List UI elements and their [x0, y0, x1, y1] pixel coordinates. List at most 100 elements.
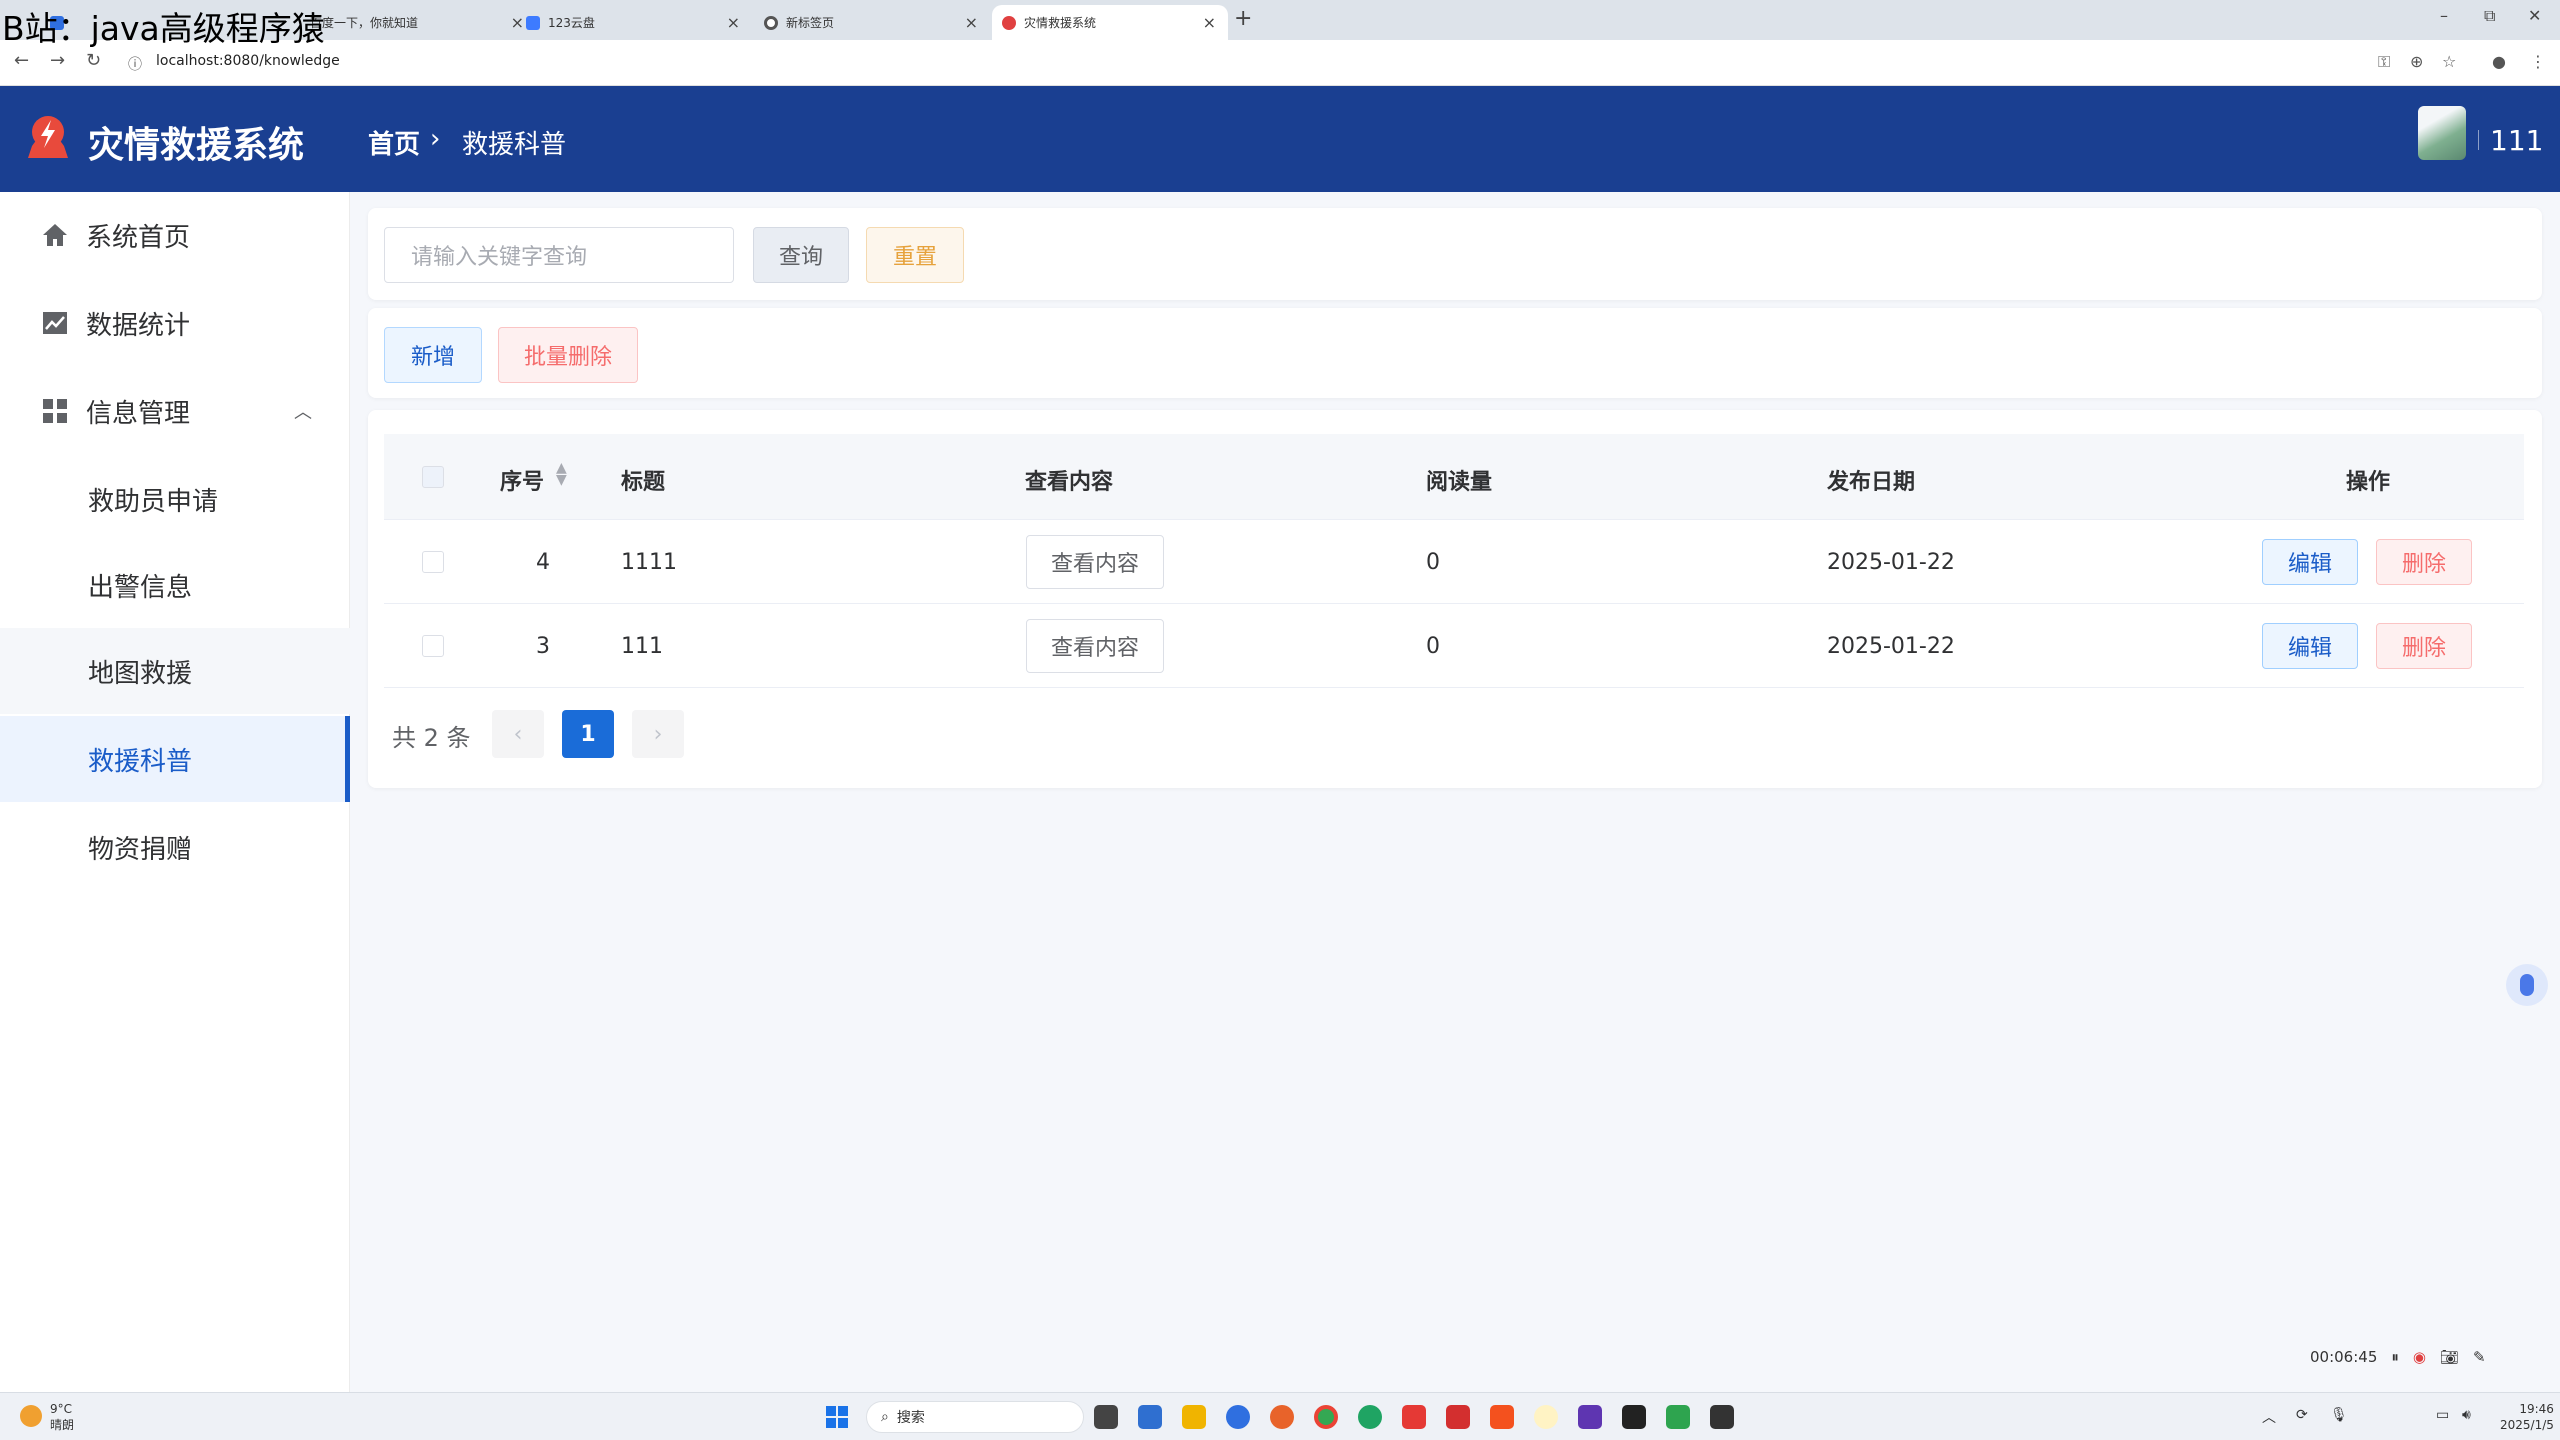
chevron-up-icon: ︿ — [294, 402, 312, 423]
search-input[interactable]: 请输入关键字查询 — [384, 227, 734, 283]
avatar[interactable] — [2418, 106, 2466, 160]
weather-desc: 晴朗 — [50, 1418, 75, 1432]
row-checkbox[interactable] — [422, 551, 444, 573]
taskbar-search-label: 搜索 — [896, 1410, 925, 1426]
pause-icon[interactable]: ⏸ — [2391, 1348, 2399, 1366]
close-icon[interactable]: × — [965, 13, 978, 32]
weather-widget[interactable]: 9°C 晴朗 — [50, 1401, 74, 1433]
delete-button[interactable]: 删除 — [2376, 623, 2472, 669]
chevron-up-icon[interactable]: ︿ — [2262, 1407, 2276, 1427]
user-name[interactable]: 111 — [2490, 124, 2543, 157]
row-date: 2025-01-22 — [1827, 550, 1955, 575]
chevron-left-icon: ‹ — [513, 721, 523, 747]
next-page-button[interactable]: › — [632, 710, 684, 758]
breadcrumb-home[interactable]: 首页 — [368, 124, 420, 161]
store-icon[interactable] — [1138, 1405, 1162, 1429]
sidebar-item-map-rescue[interactable]: 地图救援 — [0, 628, 350, 714]
app-logo-icon — [28, 116, 68, 158]
close-icon[interactable]: × — [1203, 13, 1216, 32]
display-icon[interactable]: ▭ — [2436, 1407, 2449, 1423]
minimize-icon[interactable]: – — [2440, 6, 2448, 25]
pen-icon[interactable]: ✎ — [2473, 1348, 2486, 1366]
app-header: 灾情救援系统 首页 › 救援科普 111 — [0, 86, 2560, 192]
sidebar-item-dispatch-info[interactable]: 出警信息 — [0, 542, 350, 628]
intellij-icon[interactable] — [1622, 1405, 1646, 1429]
row-reads: 0 — [1426, 634, 1440, 659]
view-content-button[interactable]: 查看内容 — [1026, 535, 1164, 589]
chrome-icon[interactable] — [1314, 1405, 1338, 1429]
sidebar-item-rescuer-apply[interactable]: 救助员申请 — [0, 456, 350, 542]
edge-icon[interactable] — [1358, 1405, 1382, 1429]
close-icon[interactable]: × — [727, 13, 740, 32]
back-icon[interactable]: ← — [14, 50, 29, 71]
volume-icon[interactable]: 🔊︎ — [2462, 1407, 2471, 1423]
password-key-icon[interactable]: ⚿ — [2378, 52, 2390, 72]
column-header-date: 发布日期 — [1827, 470, 1916, 495]
app-icon[interactable] — [1226, 1405, 1250, 1429]
sidebar-item-stats[interactable]: 数据统计 — [0, 280, 350, 366]
office-icon[interactable] — [1490, 1405, 1514, 1429]
hbuilder-icon[interactable] — [1666, 1405, 1690, 1429]
translate-icon[interactable] — [1578, 1405, 1602, 1429]
view-content-button[interactable]: 查看内容 — [1026, 619, 1164, 673]
sidebar-item-donation[interactable]: 物资捐赠 — [0, 804, 350, 890]
reload-icon[interactable]: ↻ — [86, 50, 101, 71]
add-button[interactable]: 新增 — [384, 327, 482, 383]
sidebar-item-home[interactable]: 系统首页 — [0, 192, 350, 278]
task-view-icon[interactable] — [1094, 1405, 1118, 1429]
sort-icon[interactable]: ▲ ▼ — [556, 461, 567, 487]
header-divider — [2478, 130, 2479, 150]
toolbar-panel — [368, 308, 2542, 398]
sidebar-item-rescue-knowledge[interactable]: 救援科普 — [0, 716, 350, 802]
site-info-icon[interactable]: ⓘ — [128, 54, 142, 74]
row-date: 2025-01-22 — [1827, 634, 1955, 659]
stop-record-icon[interactable]: ◉ — [2413, 1348, 2426, 1366]
prev-page-button[interactable]: ‹ — [492, 710, 544, 758]
edit-button[interactable]: 编辑 — [2262, 539, 2358, 585]
search-icon: ⌕ — [881, 1409, 889, 1425]
delete-button[interactable]: 删除 — [2376, 539, 2472, 585]
floating-assistant-button[interactable] — [2506, 964, 2548, 1006]
new-tab-button[interactable]: + — [1234, 6, 1252, 31]
taskbar-search[interactable]: ⌕ 搜索 — [866, 1401, 1084, 1433]
browser-tab-app[interactable]: 灾情救援系统 × — [992, 5, 1228, 40]
restore-icon[interactable]: ⧉ — [2484, 6, 2495, 26]
query-button[interactable]: 查询 — [753, 227, 849, 283]
camera-icon[interactable]: 📷︎ — [2440, 1348, 2459, 1366]
system-clock[interactable]: 19:46 2025/1/5 — [2500, 1401, 2554, 1433]
media-icon[interactable] — [1446, 1405, 1470, 1429]
sidebar-item-info-management[interactable]: 信息管理 ︿ — [0, 368, 350, 454]
bookmark-star-icon[interactable]: ☆ — [2442, 52, 2456, 71]
forward-icon[interactable]: → — [50, 50, 65, 71]
select-all-checkbox[interactable] — [422, 466, 444, 488]
zoom-icon[interactable]: ⊕ — [2410, 52, 2423, 71]
browser-tab-newtab[interactable]: 新标签页 × — [754, 5, 990, 40]
profile-icon[interactable]: ● — [2492, 52, 2506, 71]
close-window-icon[interactable]: ✕ — [2528, 6, 2541, 25]
browser-tab-123pan[interactable]: 123云盘 × — [516, 5, 752, 40]
microphone-icon[interactable]: 🎙︎ — [2330, 1407, 2348, 1423]
sidebar-item-label: 信息管理 — [86, 398, 191, 429]
menu-kebab-icon[interactable]: ⋮ — [2530, 52, 2546, 71]
clock-time: 19:46 — [2519, 1402, 2554, 1416]
firefox-icon[interactable] — [1270, 1405, 1294, 1429]
page-number-button[interactable]: 1 — [562, 710, 614, 758]
mouse-icon — [2520, 974, 2534, 996]
breadcrumb-current: 救援科普 — [462, 130, 567, 160]
edit-button[interactable]: 编辑 — [2262, 623, 2358, 669]
file-explorer-icon[interactable] — [1182, 1405, 1206, 1429]
terminal-icon[interactable] — [1710, 1405, 1734, 1429]
row-checkbox[interactable] — [422, 635, 444, 657]
row-reads: 0 — [1426, 550, 1440, 575]
weather-icon[interactable] — [20, 1405, 42, 1427]
browser-tab-baidu[interactable]: 百度一下，你就知道 × — [300, 5, 536, 40]
windows-start-icon[interactable] — [826, 1406, 848, 1428]
wps-icon[interactable] — [1402, 1405, 1426, 1429]
url-field[interactable]: localhost:8080/knowledge — [156, 53, 340, 69]
network-icon[interactable]: ⟳ — [2296, 1407, 2308, 1423]
home-icon — [40, 220, 70, 250]
column-header-index[interactable]: 序号 — [500, 464, 544, 496]
chat-icon[interactable] — [1534, 1405, 1558, 1429]
reset-button[interactable]: 重置 — [866, 227, 964, 283]
batch-delete-button[interactable]: 批量删除 — [498, 327, 638, 383]
